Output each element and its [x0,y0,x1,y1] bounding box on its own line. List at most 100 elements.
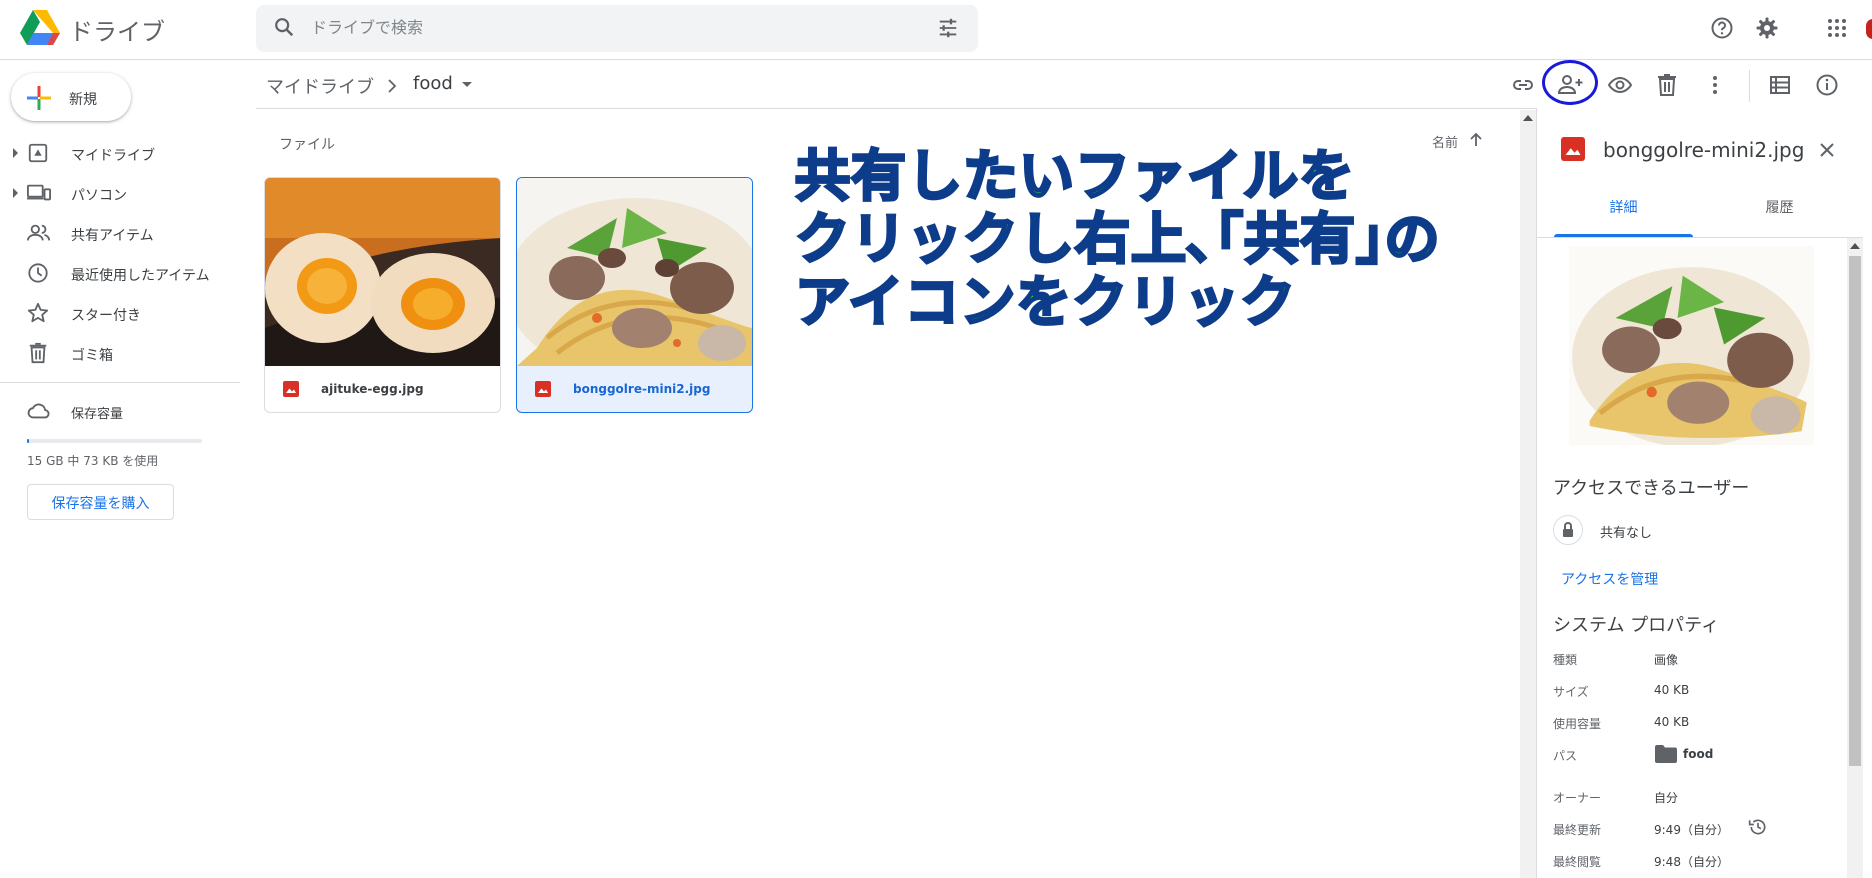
property-value: 画像 [1654,653,1679,667]
property-row-modified: 最終更新 9:49（自分） [1553,821,1843,843]
sidebar-item-starred[interactable]: スター付き [0,297,240,329]
property-row-storage-used: 使用容量 40 KB [1553,715,1843,737]
shared-icon [27,222,51,244]
file-preview-image[interactable] [1569,246,1814,445]
annotation-line: 共有したいファイルを [794,143,1356,209]
sidebar-item-label: ゴミ箱 [71,348,113,364]
property-value: 40 KB [1654,683,1690,697]
tabs-divider [1536,237,1863,238]
sidebar-divider [0,382,240,383]
trash-icon [27,342,49,364]
instruction-annotation: 共有したいファイルを クリックし右上､｢共有｣の アイコンをクリック [794,143,1515,335]
version-history-icon[interactable] [1748,817,1768,837]
property-row-owner: オーナー 自分 [1553,789,1843,811]
property-value: 9:48（自分） [1654,855,1729,869]
annotation-line: アイコンをクリック [794,269,1297,335]
property-key: パス [1553,749,1578,763]
trash-icon[interactable] [1655,73,1679,97]
sidebar-item-label: パソコン [71,188,127,204]
system-properties-heading: システム プロパティ [1553,615,1720,636]
computers-icon [27,182,51,204]
help-icon[interactable] [1710,16,1734,40]
sidebar-item-label: 共有アイテム [71,228,154,244]
sidebar-item-trash[interactable]: ゴミ箱 [0,337,240,369]
property-value: 40 KB [1654,715,1690,729]
storage-bar [27,439,202,443]
list-view-icon[interactable] [1768,73,1792,97]
property-key: サイズ [1553,685,1589,699]
property-value: 9:49（自分） [1654,823,1729,837]
search-options-icon[interactable] [937,17,959,39]
property-value: 自分 [1654,791,1679,805]
share-status: 共有なし [1600,526,1653,541]
more-vert-icon[interactable] [1703,73,1727,97]
breadcrumb-current-folder[interactable]: food [413,73,453,94]
sidebar-item-label: 最近使用したアイテム [71,268,210,284]
file-card-selected[interactable]: bonggolre-mini2.jpg [516,177,753,413]
sidebar-item-computers[interactable]: パソコン [0,177,240,209]
file-name: bonggolre-mini2.jpg [573,382,711,396]
file-name: ajituke-egg.jpg [321,382,424,396]
sidebar-item-label: スター付き [71,308,141,324]
sidebar-item-label: マイドライブ [71,148,155,164]
property-key: 最終更新 [1553,823,1602,837]
tab-details[interactable]: 詳細 [1554,197,1693,217]
details-scrollbar-thumb[interactable] [1849,256,1861,766]
sidebar-item-storage[interactable]: 保存容量 [0,395,240,427]
new-button-label: 新規 [69,92,97,108]
property-row-type: 種類 画像 [1553,651,1843,673]
sidebar-item-shared[interactable]: 共有アイテム [0,217,240,249]
sidebar-item-my-drive[interactable]: マイドライブ [0,137,240,169]
property-row-opened: 最終閲覧 9:48（自分） [1553,853,1843,875]
file-card[interactable]: ajituke-egg.jpg [264,177,501,413]
annotation-line: クリックし右上､｢共有｣の [794,206,1442,272]
toolbar-divider [1749,70,1750,102]
property-key: 使用容量 [1553,717,1602,731]
toolbar-bottom-border [256,108,1536,109]
sidebar-item-label: 保存容量 [71,407,124,422]
app-title: ドライブ [69,18,165,46]
image-file-icon [535,381,551,397]
cloud-icon [27,400,51,422]
settings-icon[interactable] [1755,16,1779,40]
property-key: オーナー [1553,791,1602,805]
expand-arrow-icon[interactable] [13,148,18,158]
tab-activity[interactable]: 履歴 [1710,197,1849,217]
apps-grid-icon[interactable] [1827,18,1847,38]
file-thumbnail [517,178,752,366]
link-icon[interactable] [1511,73,1535,97]
file-thumbnail [265,178,500,366]
main-scrollbar[interactable] [1520,110,1536,878]
image-file-icon [1561,137,1585,161]
manage-access-link[interactable]: アクセスを管理 [1561,569,1658,589]
scroll-up-arrow-icon[interactable] [1850,242,1860,250]
path-folder-link[interactable]: food [1683,747,1713,761]
scroll-up-arrow-icon[interactable] [1523,114,1533,122]
image-file-icon [283,381,299,397]
chevron-right-icon [387,76,397,96]
expand-arrow-icon[interactable] [13,188,18,198]
info-icon[interactable] [1815,73,1839,97]
folder-icon [1655,745,1677,763]
sidebar-item-recent[interactable]: 最近使用したアイテム [0,257,240,289]
lock-icon [1553,515,1583,545]
close-icon[interactable] [1818,141,1836,159]
plus-icon [27,86,51,110]
folder-menu-caret-icon[interactable] [462,82,472,87]
search-input[interactable] [311,14,911,40]
account-avatar[interactable] [1866,19,1872,39]
access-heading: アクセスできるユーザー [1553,478,1750,499]
storage-bar-fill [27,439,29,443]
clock-icon [27,262,49,284]
google-drive-logo[interactable] [20,10,60,46]
property-key: 最終閲覧 [1553,855,1602,869]
buy-storage-label: 保存容量を購入 [51,496,150,512]
my-drive-icon [27,142,49,164]
preview-eye-icon[interactable] [1608,73,1632,97]
search-icon[interactable] [273,16,295,38]
property-row-size: サイズ 40 KB [1553,683,1843,705]
star-icon [27,302,49,324]
breadcrumb-my-drive[interactable]: マイドライブ [266,73,374,99]
files-section-label: ファイル [279,137,335,153]
property-key: 種類 [1553,653,1578,667]
